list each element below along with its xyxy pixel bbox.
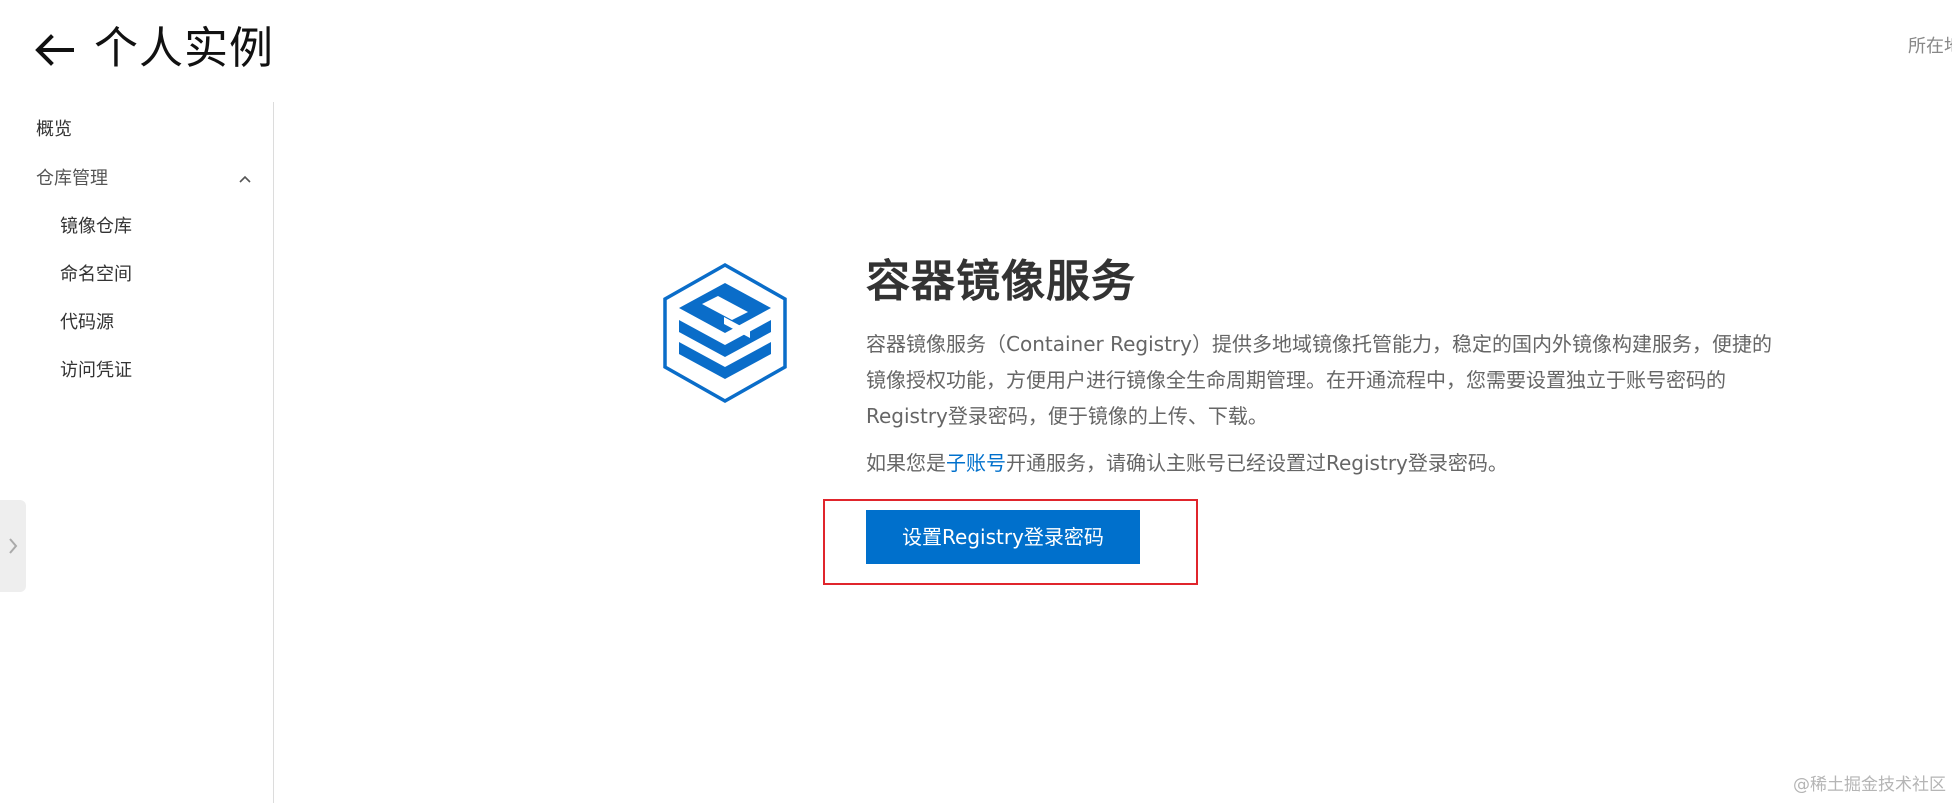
sidebar-item-access-credential[interactable]: 访问凭证 <box>60 357 132 385</box>
chevron-up-icon <box>239 175 251 183</box>
region-label[interactable]: 所在地域 <box>1908 32 1952 62</box>
service-title: 容器镜像服务 <box>866 256 1136 307</box>
sidebar-item-namespace[interactable]: 命名空间 <box>60 261 132 289</box>
sidebar: 概览 仓库管理 镜像仓库 命名空间 代码源 访问凭证 <box>0 102 274 803</box>
chevron-right-icon <box>9 538 18 554</box>
back-button[interactable] <box>28 24 80 76</box>
service-description: 容器镜像服务（Container Registry）提供多地域镜像托管能力，稳定… <box>866 332 1772 428</box>
sidebar-group-repo-management[interactable]: 仓库管理 <box>36 165 259 193</box>
subaccount-note: 如果您是子账号开通服务，请确认主账号已经设置过Registry登录密码。 <box>866 446 1508 480</box>
sidebar-item-image-repo[interactable]: 镜像仓库 <box>60 213 132 241</box>
note-prefix: 如果您是 <box>866 451 946 475</box>
arrow-left-icon <box>35 34 74 66</box>
subaccount-link[interactable]: 子账号 <box>946 451 1006 475</box>
sidebar-group-label: 仓库管理 <box>36 168 108 189</box>
set-registry-password-button[interactable]: 设置Registry登录密码 <box>866 510 1140 564</box>
container-registry-logo-icon <box>663 262 787 404</box>
sidebar-item-code-source[interactable]: 代码源 <box>60 309 114 337</box>
sidebar-item-overview[interactable]: 概览 <box>36 116 72 144</box>
sidebar-expand-handle[interactable] <box>0 500 26 592</box>
watermark: @稀土掘金技术社区 <box>1793 775 1946 795</box>
page-title: 个人实例 <box>94 23 274 74</box>
note-suffix: 开通服务，请确认主账号已经设置过Registry登录密码。 <box>1006 451 1508 475</box>
page: 个人实例 所在地域 概览 仓库管理 镜像仓库 命名空间 代码源 访问凭证 容器镜… <box>0 0 1952 803</box>
header: 个人实例 所在地域 <box>0 0 1952 100</box>
